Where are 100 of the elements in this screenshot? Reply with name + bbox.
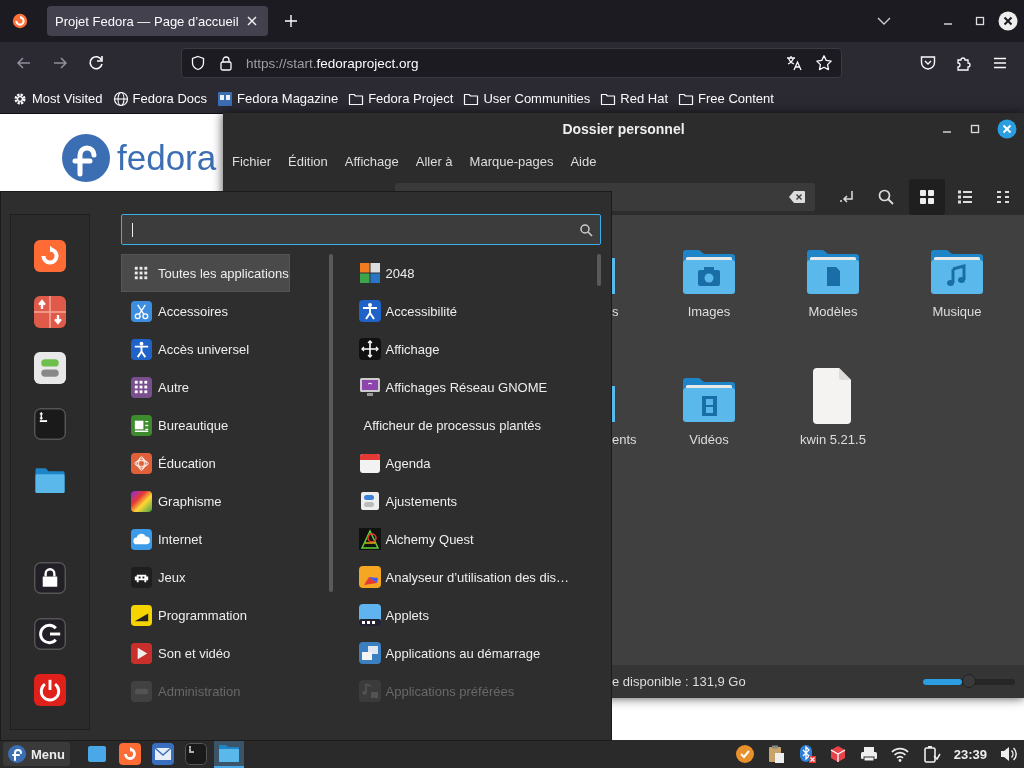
file-label[interactable]: ents xyxy=(612,432,637,447)
file-label[interactable]: Images xyxy=(687,304,731,319)
logout-icon[interactable] xyxy=(34,618,66,650)
shield-icon xyxy=(190,55,206,71)
view-toggle[interactable] xyxy=(909,178,945,215)
toggle-icon xyxy=(131,680,152,702)
app-item[interactable]: Applications au démarrage xyxy=(354,634,589,672)
app-item[interactable]: 2048 xyxy=(354,254,589,292)
app-item[interactable]: Affichage xyxy=(354,330,589,368)
category-item[interactable]: Toutes les applications xyxy=(121,254,290,292)
speaker-icon[interactable] xyxy=(998,744,1018,764)
person-icon xyxy=(358,300,381,322)
menu-item[interactable]: Marque-pages xyxy=(469,154,554,169)
bookmark-link[interactable]: Free Content xyxy=(678,90,774,107)
cloud-icon xyxy=(131,528,152,550)
category-item[interactable]: Bureautique xyxy=(121,406,290,444)
film-folder-icon xyxy=(681,376,737,424)
pocket-icon[interactable] xyxy=(919,54,937,72)
invader-icon xyxy=(131,566,152,588)
scrollbar-thumb[interactable] xyxy=(329,254,333,592)
scissors-icon xyxy=(131,300,152,322)
status-text: e disponible : 131,9 Go xyxy=(612,674,746,689)
transfer-icon[interactable] xyxy=(34,296,66,328)
menu-item[interactable]: Fichier xyxy=(232,154,271,169)
category-item[interactable]: Accès universel xyxy=(121,330,290,368)
bookmark-link[interactable]: Fedora Docs xyxy=(112,90,207,107)
scrollbar-thumb[interactable] xyxy=(596,254,601,286)
category-item[interactable]: Éducation xyxy=(121,444,290,482)
category-item[interactable]: Autre xyxy=(121,368,290,406)
file-label[interactable]: Modèles xyxy=(808,304,858,319)
file-label[interactable]: Vidéos xyxy=(689,432,729,447)
category-item[interactable]: Internet xyxy=(121,520,290,558)
app-item[interactable]: Applets xyxy=(354,596,589,634)
close-tab-icon[interactable] xyxy=(246,15,258,27)
music-icon xyxy=(358,680,381,702)
app-item[interactable]: Affichages Réseau GNOME xyxy=(354,368,589,406)
site-icon xyxy=(217,90,233,107)
bookmark-link[interactable]: Most Visited xyxy=(12,90,103,107)
toggle-switches-icon[interactable] xyxy=(34,352,66,384)
category-item[interactable]: Accessoires xyxy=(121,292,290,330)
logo-wordmark: fedora xyxy=(117,137,217,179)
app-item[interactable]: Analyseur d’utilisation des dis… xyxy=(354,558,589,596)
maximize-icon[interactable] xyxy=(969,123,981,135)
star-icon[interactable] xyxy=(815,54,833,72)
browser-tab[interactable]: Projet Fedora — Page d’accueil xyxy=(47,6,268,36)
translate-icon[interactable] xyxy=(785,54,803,72)
close-icon[interactable] xyxy=(998,11,1018,31)
bookmark-link[interactable]: Red Hat xyxy=(600,90,669,107)
search-icon[interactable] xyxy=(877,187,895,206)
menu-item[interactable]: Affichage xyxy=(344,154,399,169)
app-item[interactable]: Alchemy Quest xyxy=(354,520,589,558)
puzzle-icon[interactable] xyxy=(955,54,973,72)
category-item[interactable]: Graphisme xyxy=(121,482,290,520)
bookmark-link[interactable]: Fedora Project xyxy=(348,90,454,107)
lock-icon xyxy=(218,55,234,71)
bookmark-link[interactable]: Fedora Magazine xyxy=(217,90,339,107)
browser-icon[interactable] xyxy=(34,240,66,272)
printer-icon[interactable] xyxy=(858,744,879,764)
category-item[interactable]: Son et vidéo xyxy=(121,634,290,672)
document-folder-icon xyxy=(805,248,861,296)
terminal-icon[interactable] xyxy=(34,408,66,440)
menu-item[interactable]: Aller à xyxy=(415,154,453,169)
desktop-icon[interactable] xyxy=(86,744,107,764)
search-field[interactable] xyxy=(121,214,601,245)
file-label[interactable]: s xyxy=(612,304,619,319)
file-label[interactable]: Musique xyxy=(932,304,982,319)
category-item[interactable]: Programmation xyxy=(121,596,290,634)
fedora-logo-icon xyxy=(8,745,26,763)
grid-icon xyxy=(131,376,152,398)
menu-item[interactable]: Aide xyxy=(570,154,597,169)
lock-icon[interactable] xyxy=(34,562,66,594)
monitor-icon xyxy=(358,376,381,398)
text-cursor xyxy=(132,222,133,237)
slider-handle[interactable] xyxy=(961,673,976,688)
search-icon xyxy=(579,222,593,237)
globe-icon xyxy=(112,90,129,107)
bookmark-link[interactable]: User Communities xyxy=(463,90,591,107)
clear-field-icon[interactable] xyxy=(789,190,805,203)
address-bar[interactable]: https://start.fedoraproject.org xyxy=(181,48,842,78)
browser-logo-icon[interactable] xyxy=(12,13,28,29)
menu-button[interactable]: Menu xyxy=(3,742,70,766)
maximize-icon[interactable] xyxy=(974,15,986,27)
grid-view-icon xyxy=(918,187,936,206)
music-folder-icon xyxy=(929,248,985,296)
move-arrows-icon xyxy=(358,338,381,360)
menu-item[interactable]: Édition xyxy=(288,154,328,169)
category-item[interactable]: Jeux xyxy=(121,558,290,596)
clock[interactable]: 23:39 xyxy=(953,746,987,762)
document-icon xyxy=(131,414,152,436)
close-icon[interactable] xyxy=(997,119,1017,139)
calendar-icon xyxy=(358,452,381,474)
app-item[interactable]: Ajustements xyxy=(354,482,589,520)
power-icon[interactable] xyxy=(34,674,66,706)
color-wheel-icon xyxy=(131,490,152,512)
tray-app-icon[interactable] xyxy=(734,744,755,764)
app-item[interactable]: Accessibilité xyxy=(354,292,589,330)
app-item[interactable]: Afficheur de processus plantés xyxy=(354,406,594,444)
app-item[interactable]: Agenda xyxy=(354,444,589,482)
file-label[interactable]: kwin 5.21.5 xyxy=(800,432,866,447)
new-tab-icon[interactable] xyxy=(284,14,298,28)
